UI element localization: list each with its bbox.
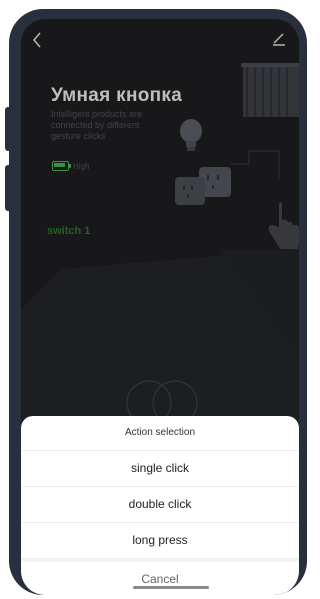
action-sheet-title: Action selection bbox=[21, 416, 299, 451]
app-screen: Умная кнопка Intelligent products are co… bbox=[21, 19, 299, 595]
home-indicator[interactable] bbox=[133, 586, 209, 589]
cancel-button[interactable]: Cancel bbox=[21, 562, 299, 595]
option-double-click[interactable]: double click bbox=[21, 487, 299, 523]
option-single-click[interactable]: single click bbox=[21, 451, 299, 487]
phone-frame: Умная кнопка Intelligent products are co… bbox=[9, 9, 307, 595]
option-long-press[interactable]: long press bbox=[21, 523, 299, 559]
action-sheet: Action selection single click double cli… bbox=[21, 416, 299, 595]
